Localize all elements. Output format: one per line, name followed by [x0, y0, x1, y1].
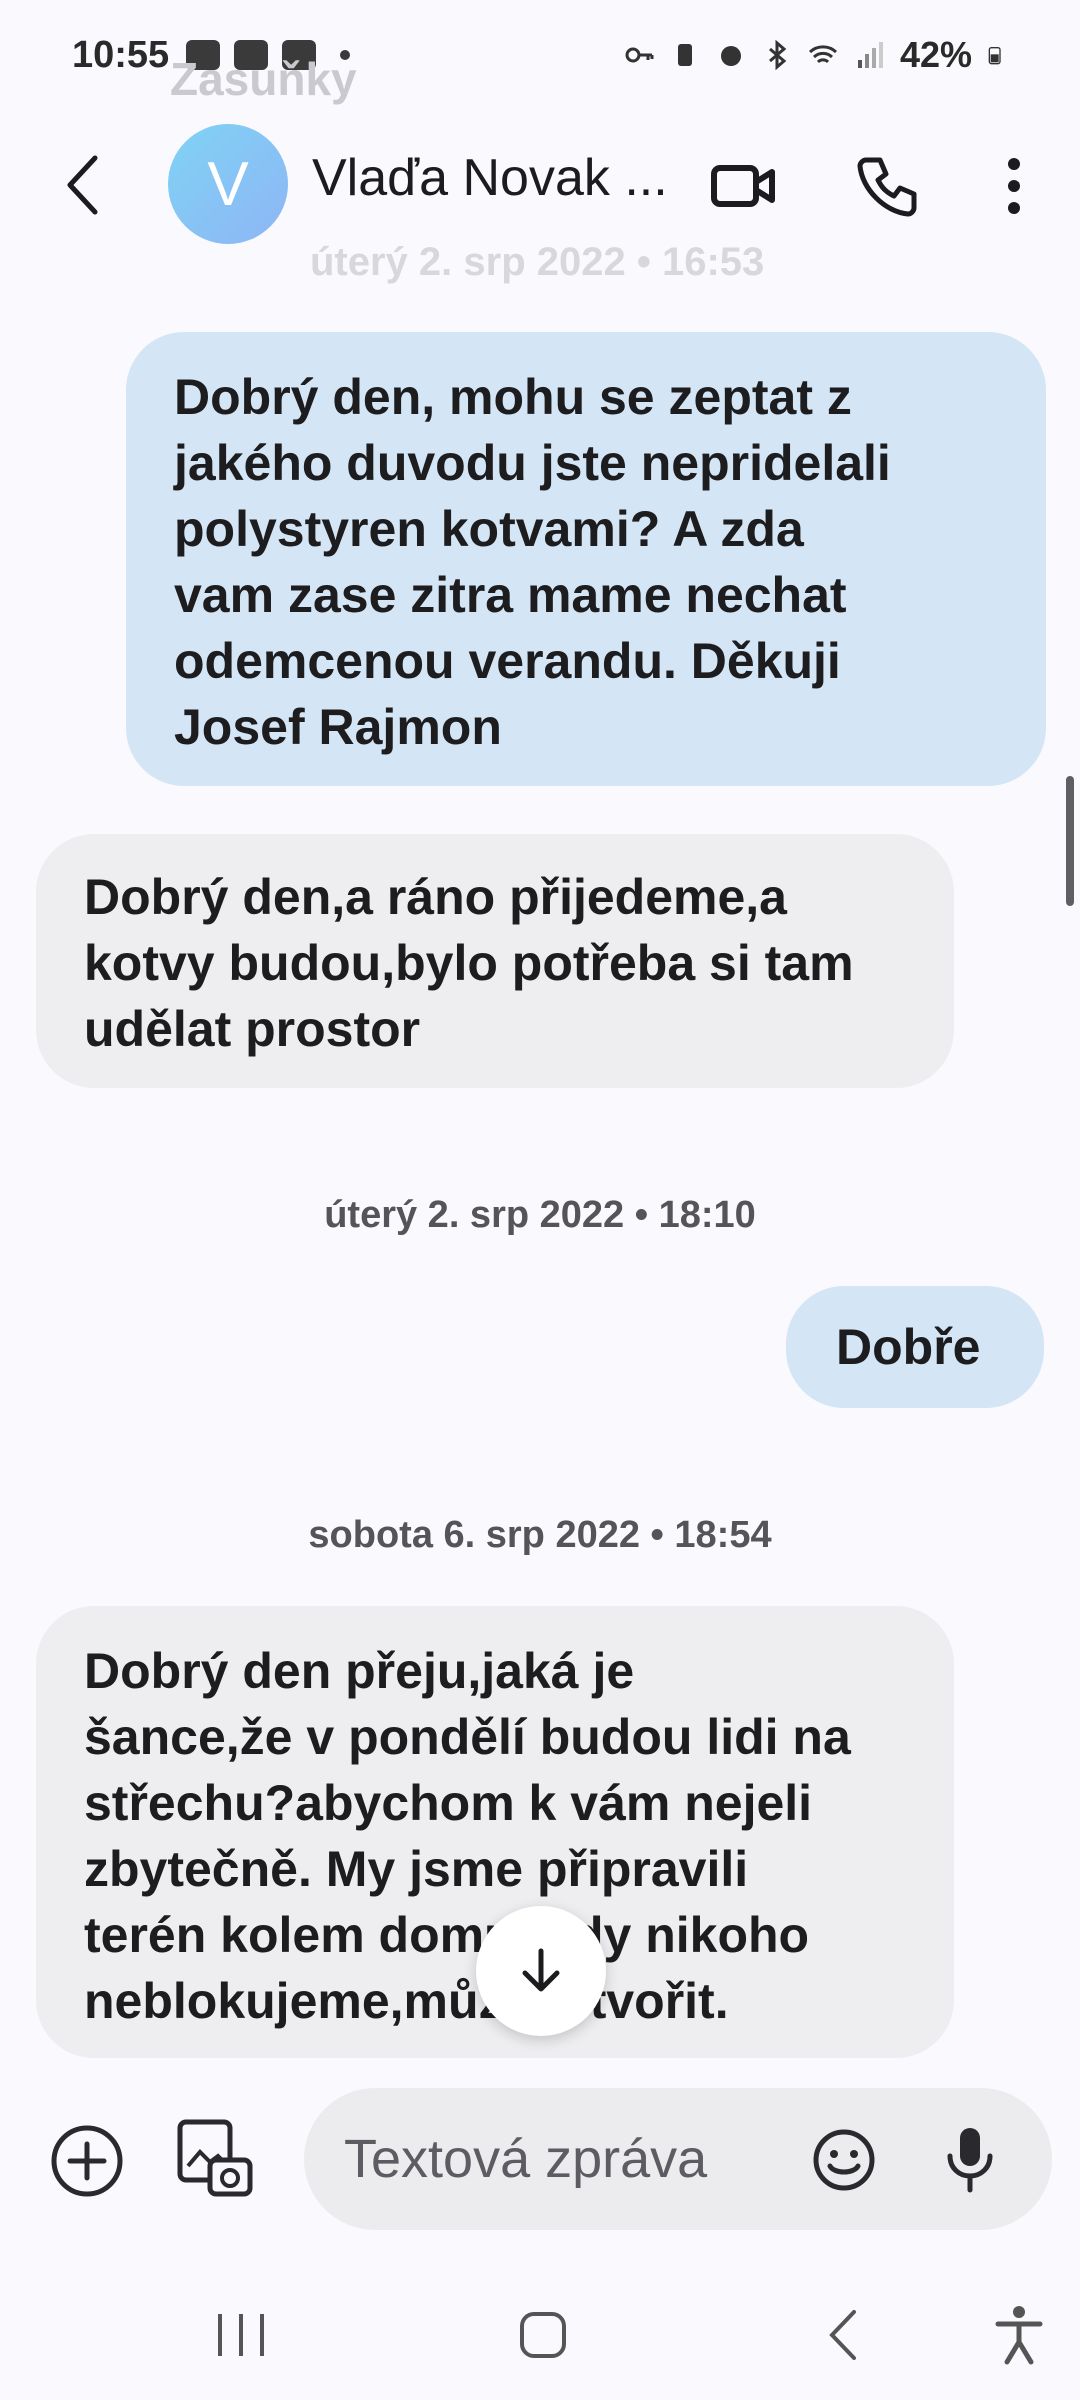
message-text: Dobrý den přeju,jaká je šance,že v pondě… [84, 1643, 851, 2029]
microphone-icon [947, 2128, 993, 2193]
home-icon [520, 2312, 566, 2358]
emoji-button[interactable] [808, 2124, 880, 2196]
recent-apps-icon [218, 2314, 264, 2356]
contact-name[interactable]: Vlaďa Novak ... [312, 148, 668, 208]
message-text: Dobrý den,a ráno přijedeme,a kotvy budou… [84, 869, 854, 1057]
arrow-down-icon [522, 1948, 560, 1992]
bluetooth-icon [768, 40, 787, 70]
message-text: Dobrý den, mohu se zeptat z jakého duvod… [174, 369, 891, 755]
signal-icon [857, 42, 883, 68]
accessibility-button[interactable] [984, 2300, 1054, 2370]
conversation-header: V Vlaďa Novak ... [0, 120, 1080, 250]
recent-apps-button[interactable] [206, 2300, 276, 2370]
status-bar: 10:55 42% [0, 0, 1080, 120]
back-button[interactable] [50, 150, 120, 220]
accessibility-icon [995, 2306, 1043, 2365]
message-timestamp: úterý 2. srp 2022 • 18:10 [324, 1194, 756, 1236]
sent-message-bubble[interactable]: Dobře [786, 1286, 1044, 1408]
system-navigation-bar [0, 2270, 1080, 2400]
add-attachment-button[interactable] [48, 2122, 126, 2200]
chevron-left-icon [67, 155, 98, 215]
message-input[interactable] [344, 2126, 784, 2192]
video-call-button[interactable] [708, 150, 780, 222]
battery-percent: 42% [899, 34, 972, 75]
battery-icon [988, 47, 1001, 65]
alarm-icon [720, 46, 741, 66]
voice-record-button[interactable] [934, 2122, 1006, 2198]
video-camera-icon [711, 165, 775, 207]
status-time: 10:55 [72, 34, 170, 76]
phone-icon [857, 157, 917, 217]
message-compose-box [304, 2088, 1052, 2230]
battery-saver-icon [677, 44, 692, 66]
voice-call-button[interactable] [852, 150, 924, 222]
back-nav-button[interactable] [810, 2300, 880, 2370]
scroll-to-bottom-button[interactable] [476, 1906, 606, 2036]
received-message-bubble[interactable]: Dobrý den,a ráno přijedeme,a kotvy budou… [36, 834, 954, 1088]
message-text: Dobře [836, 1319, 981, 1375]
more-options-button[interactable] [978, 150, 1050, 222]
more-vertical-icon [1008, 158, 1020, 214]
system-icons: 42% [624, 34, 1008, 76]
message-timestamp: sobota 6. srp 2022 • 18:54 [308, 1514, 772, 1556]
key-icon [625, 47, 654, 63]
scrollbar-thumb[interactable] [1066, 776, 1074, 906]
scrolled-text-ghost: Zasuňky [170, 53, 357, 105]
gallery-camera-button[interactable] [172, 2116, 256, 2200]
sent-message-bubble[interactable]: Dobrý den, mohu se zeptat z jakého duvod… [126, 332, 1046, 786]
emoji-icon [813, 2129, 875, 2191]
wifi-icon [808, 45, 837, 64]
back-arrow-icon [829, 2310, 856, 2360]
home-button[interactable] [508, 2300, 578, 2370]
plus-circle-icon [51, 2125, 123, 2197]
contact-avatar[interactable]: V [168, 124, 288, 244]
image-camera-icon [177, 2119, 253, 2197]
